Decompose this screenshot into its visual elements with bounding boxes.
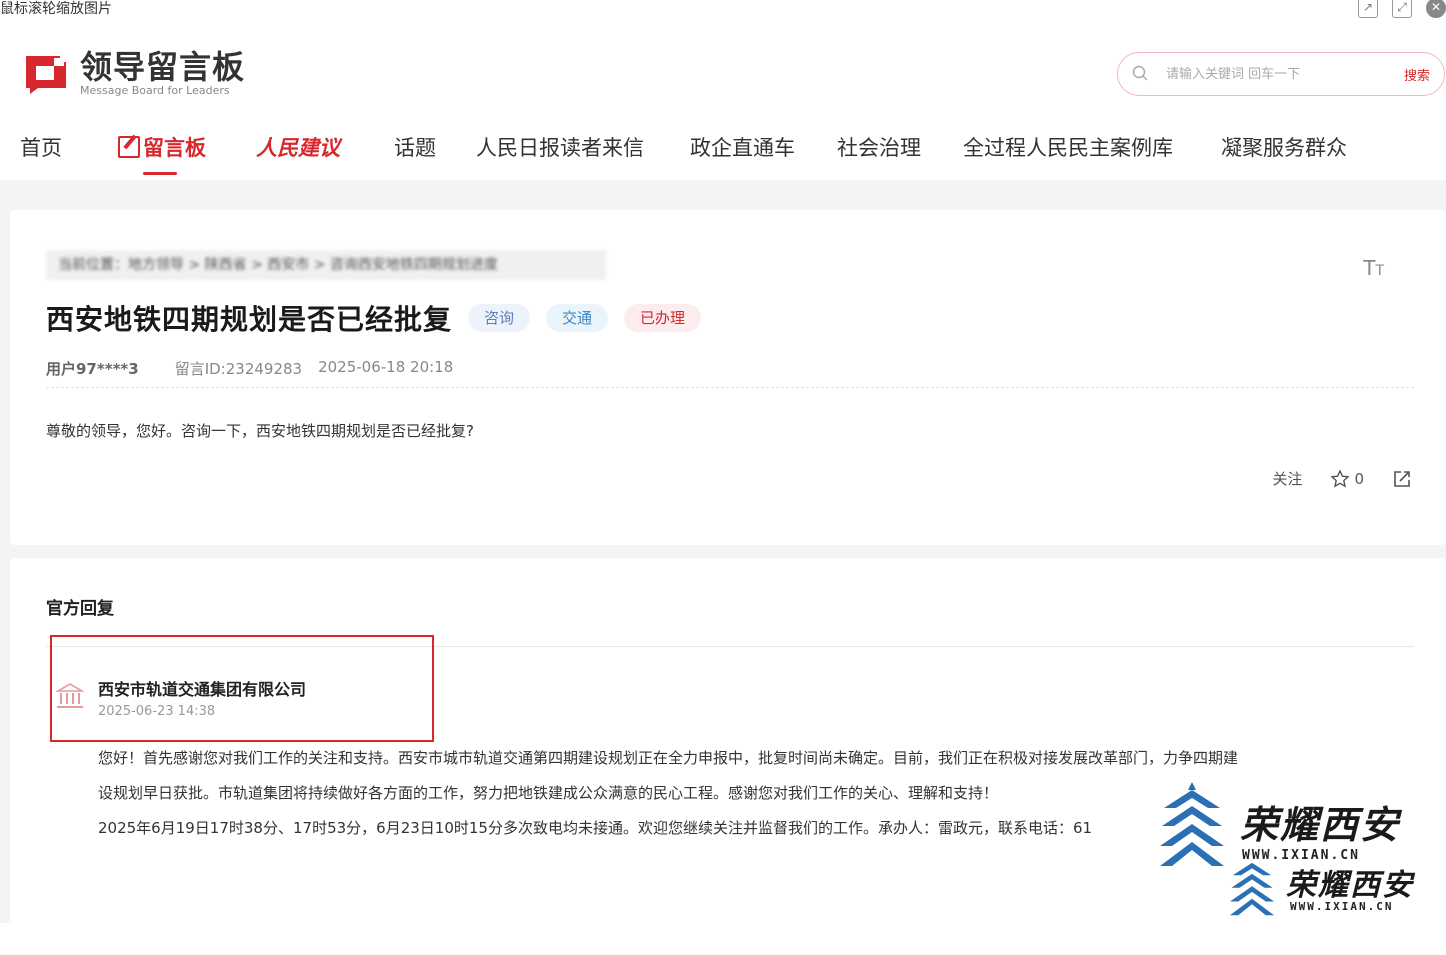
reply-section-title: 官方回复: [46, 599, 114, 619]
share-button[interactable]: [1392, 469, 1412, 489]
watermark-logo-small: 荣耀西安 WWW.IXIAN.CN: [1228, 856, 1418, 920]
breadcrumb[interactable]: 当前位置：地方领导 > 陕西省 > 西安市 > 咨询西安地铁四期规划进度: [46, 250, 606, 280]
reply-org-name: 西安市轨道交通集团有限公司: [98, 680, 307, 699]
nav-home[interactable]: 首页: [20, 128, 62, 168]
divider: [46, 387, 1414, 388]
close-icon[interactable]: ✕: [1426, 0, 1446, 18]
search-button[interactable]: 搜索: [1404, 65, 1430, 84]
logo-subtitle: Message Board for Leaders: [80, 84, 230, 97]
nav-readers-letters[interactable]: 人民日报读者来信: [476, 128, 644, 168]
nav-active-indicator: [143, 172, 177, 175]
watermark-text: 荣耀西安: [1286, 868, 1414, 903]
reply-line-1: 您好！首先感谢您对我们工作的关注和支持。西安市城市轨道交通第四期建设规划正在全力…: [98, 749, 1239, 767]
tag-consult: 咨询: [468, 304, 531, 332]
window-controls: ↗ ⤢ ✕: [1358, 0, 1446, 18]
font-size-icon[interactable]: TT: [1363, 256, 1384, 280]
nav-people-suggestion[interactable]: 人民建议: [256, 128, 340, 168]
logo-title: 领导留言板: [80, 48, 246, 86]
viewer-toolbar: 鼠标滚轮缩放图片 ↗ ⤢ ✕: [0, 0, 1446, 18]
site-logo[interactable]: 领导留言板 Message Board for Leaders: [20, 48, 245, 98]
message-title: 西安地铁四期规划是否已经批复: [46, 303, 453, 336]
nav-gov-enterprise[interactable]: 政企直通车: [690, 128, 795, 168]
watermark-url: WWW.IXIAN.CN: [1290, 900, 1394, 913]
site-header: 领导留言板 Message Board for Leaders 搜索 首页 留言…: [0, 18, 1446, 180]
tag-traffic: 交通: [546, 304, 609, 332]
follow-button[interactable]: 关注: [1272, 468, 1302, 489]
nav-message-board-label: 留言板: [143, 136, 206, 160]
message-content: 尊敬的领导，您好。咨询一下，西安地铁四期规划是否已经批复?: [46, 422, 474, 440]
nav-topics[interactable]: 话题: [394, 128, 436, 168]
share-icon: [1394, 470, 1410, 487]
search-input[interactable]: [1166, 63, 1386, 85]
watermark-text: 荣耀西安: [1240, 802, 1401, 847]
message-user: 用户97****3: [46, 360, 139, 378]
nav-serve-people[interactable]: 凝聚服务群众: [1221, 128, 1347, 168]
nav-social-governance[interactable]: 社会治理: [837, 128, 921, 168]
message-meta: 用户97****3 留言ID:23249283 2025-06-18 20:18: [46, 358, 453, 379]
edit-icon: [118, 134, 140, 158]
pagoda-icon: [1160, 782, 1224, 866]
zoom-hint-text: 鼠标滚轮缩放图片: [0, 1, 112, 17]
star-icon: [1330, 468, 1351, 488]
message-actions: 关注 0: [1272, 468, 1412, 489]
logo-mark-icon: [20, 48, 70, 98]
pagoda-icon: [1229, 862, 1275, 916]
message-id: 留言ID:23249283: [174, 360, 303, 378]
message-card: 当前位置：地方领导 > 陕西省 > 西安市 > 咨询西安地铁四期规划进度 TT …: [10, 210, 1446, 545]
nav-democracy-cases[interactable]: 全过程人民民主案例库: [963, 128, 1173, 168]
like-button[interactable]: 0: [1330, 468, 1364, 489]
search-icon: [1132, 65, 1148, 81]
message-datetime: 2025-06-18 20:18: [318, 358, 454, 376]
search-box: 搜索: [1117, 52, 1445, 96]
nav-message-board[interactable]: 留言板: [118, 128, 206, 168]
reply-line-3: 2025年6月19日17时38分、17时53分，6月23日10时15分多次致电均…: [98, 819, 1093, 837]
page-bottom: [0, 923, 1446, 955]
open-external-icon[interactable]: ↗: [1358, 0, 1378, 18]
government-building-icon: [56, 683, 84, 708]
reply-date: 2025-06-23 14:38: [98, 704, 216, 719]
expand-icon[interactable]: ⤢: [1392, 0, 1412, 18]
tag-status: 已办理: [624, 304, 702, 332]
like-count: 0: [1354, 469, 1364, 488]
